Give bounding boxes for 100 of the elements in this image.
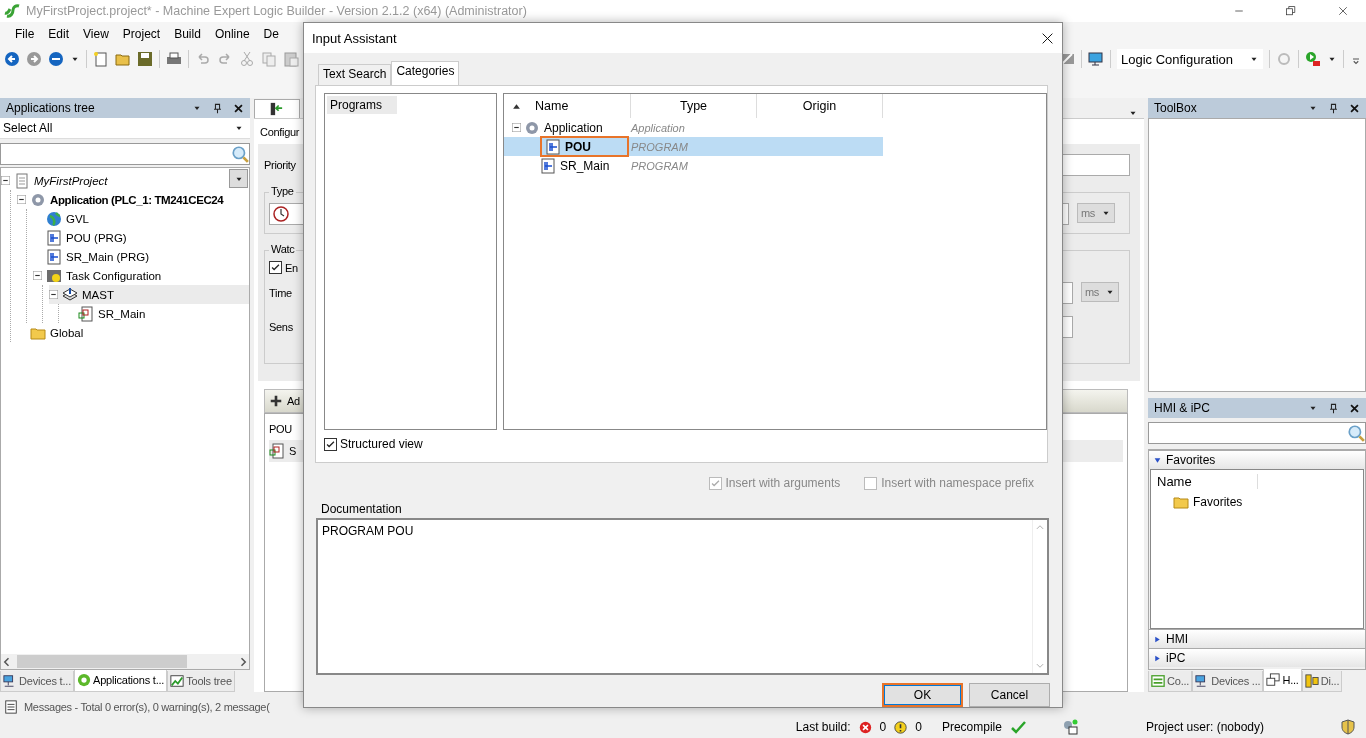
menu-item[interactable]: Online xyxy=(214,27,250,41)
tree-item[interactable]: Favorites xyxy=(1151,492,1363,511)
tree-item[interactable]: Application (PLC_1: TM241CEC24 xyxy=(17,190,249,209)
configuration-dropdown[interactable]: Logic Configuration xyxy=(1116,49,1263,69)
open-folder-icon[interactable] xyxy=(115,51,131,67)
panel-title: HMI & iPC xyxy=(1154,401,1211,415)
tree-item[interactable]: MAST xyxy=(49,285,249,304)
dialog-title: Input Assistant xyxy=(312,30,397,46)
plus-icon xyxy=(269,394,283,408)
menu-item[interactable]: De xyxy=(263,27,279,41)
close-icon[interactable] xyxy=(1041,31,1054,45)
stack-icon xyxy=(62,286,78,303)
navigate-icon[interactable] xyxy=(48,51,64,67)
menu-item[interactable]: File xyxy=(15,27,35,41)
search-icon[interactable] xyxy=(1347,424,1365,442)
window-title: MyFirstProject.project* - Machine Expert Logic Builder - Version 2.1.2 (x64) (Administrator) xyxy=(26,4,527,18)
back-icon[interactable] xyxy=(4,51,20,67)
checkbox-label: Structured view xyxy=(340,437,423,451)
menu-item[interactable]: Build xyxy=(174,27,201,41)
tree-item[interactable]: SR_Main xyxy=(540,157,614,174)
status-label: Precompile xyxy=(941,720,1002,734)
collapse-icon[interactable] xyxy=(1,176,10,185)
close-icon[interactable] xyxy=(1349,402,1360,414)
pin-icon[interactable] xyxy=(212,102,223,114)
print-icon[interactable] xyxy=(166,51,182,67)
panel-title: Applications tree xyxy=(6,101,96,115)
checkbox-label: Insert with arguments xyxy=(725,476,841,490)
collapse-icon[interactable] xyxy=(49,290,58,299)
error-count: 0 xyxy=(879,720,887,734)
project-user: Project user: (nobody) xyxy=(1145,720,1264,734)
status-label: Last build: xyxy=(795,720,851,734)
run-icon[interactable] xyxy=(1305,51,1321,67)
search-field[interactable] xyxy=(0,143,250,165)
tree-item[interactable]: SR_Main (PRG) xyxy=(33,247,249,266)
panel-tab[interactable]: Applications t... xyxy=(74,669,168,692)
panel-tab[interactable]: Tools tree xyxy=(167,671,235,692)
checkbox[interactable] xyxy=(269,261,282,274)
column-header: Name xyxy=(1151,473,1258,489)
field-label: Priority xyxy=(264,159,296,171)
call-icon xyxy=(269,443,285,459)
section-header[interactable]: Favorites xyxy=(1149,450,1365,469)
dialog-button[interactable]: OK xyxy=(882,683,963,707)
panel-tab[interactable]: Devices ... xyxy=(1192,671,1264,692)
unit-dropdown[interactable]: ms xyxy=(1077,203,1115,223)
group-label: Watc xyxy=(269,243,297,255)
input-field[interactable] xyxy=(1062,154,1130,176)
tree-item[interactable]: POU xyxy=(540,136,629,157)
save-icon[interactable] xyxy=(137,51,153,67)
field-label: Time xyxy=(269,287,292,299)
document-icon xyxy=(14,172,30,189)
section-header[interactable]: iPC xyxy=(1149,648,1365,667)
field-label: Sens xyxy=(269,321,293,333)
tree-item[interactable]: Application xyxy=(524,119,607,136)
editor-tab[interactable] xyxy=(254,99,300,118)
tree-item[interactable]: MyFirstProject xyxy=(1,171,249,190)
category-item[interactable]: Programs xyxy=(327,96,397,114)
panel-tab[interactable]: Devices t... xyxy=(0,671,74,692)
panel-title: ToolBox xyxy=(1154,101,1198,115)
panel-tab[interactable]: Di... xyxy=(1301,671,1343,692)
tree-item[interactable]: Global xyxy=(17,323,249,342)
unit-dropdown[interactable]: ms xyxy=(1081,282,1119,302)
collapse-icon[interactable] xyxy=(33,271,42,280)
collapse-icon[interactable] xyxy=(512,123,521,132)
checkbox[interactable] xyxy=(324,437,337,451)
filter-dropdown[interactable]: Select All xyxy=(0,118,250,139)
column-header[interactable]: Type xyxy=(631,94,757,118)
section-header[interactable]: HMI xyxy=(1149,629,1365,648)
network-icon xyxy=(1061,719,1078,735)
menu-item[interactable]: Project xyxy=(122,27,161,41)
call-icon xyxy=(78,305,94,322)
forward-icon[interactable] xyxy=(26,51,42,67)
task-configuration-icon xyxy=(46,267,62,284)
monitor-icon[interactable] xyxy=(1087,51,1104,67)
search-icon[interactable] xyxy=(231,145,249,163)
panel-tab[interactable]: Co... xyxy=(1148,671,1193,692)
restore-icon[interactable] xyxy=(1285,5,1297,17)
tree-item[interactable]: POU (PRG) xyxy=(33,228,249,247)
tree-item[interactable]: Task Configuration xyxy=(33,266,249,285)
pin-icon[interactable] xyxy=(1328,402,1339,414)
new-file-icon[interactable] xyxy=(93,51,109,67)
dialog-tab[interactable]: Categories xyxy=(391,61,460,85)
search-field[interactable] xyxy=(1148,422,1366,444)
menu-item[interactable]: Edit xyxy=(48,27,70,41)
collapse-icon[interactable] xyxy=(17,195,26,204)
tree-item[interactable]: GVL xyxy=(33,209,249,228)
tree-item[interactable]: SR_Main xyxy=(65,304,249,323)
device-arrow-icon xyxy=(269,102,283,116)
dialog-button[interactable]: Cancel xyxy=(969,683,1050,707)
column-header[interactable]: Name xyxy=(504,94,631,118)
close-icon[interactable] xyxy=(1349,102,1360,114)
close-icon[interactable] xyxy=(233,102,244,114)
type-cell: PROGRAM xyxy=(631,159,688,172)
messages-tab[interactable]: Messages - Total 0 error(s), 0 warning(s), 2 message( xyxy=(0,697,304,716)
scrollbar[interactable] xyxy=(1,654,249,669)
column-header[interactable]: Origin xyxy=(757,94,883,118)
globe-icon xyxy=(46,210,62,227)
pin-icon[interactable] xyxy=(1328,102,1339,114)
panel-tab[interactable]: H... xyxy=(1263,669,1302,692)
menu-item[interactable]: View xyxy=(83,27,109,41)
dialog-tab[interactable]: Text Search xyxy=(318,64,392,85)
